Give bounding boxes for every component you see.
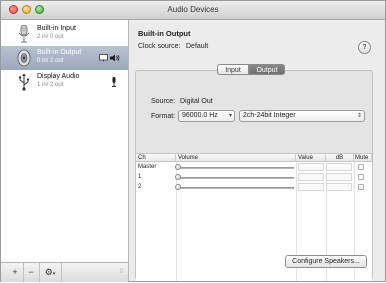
sidebar-toolbar: + − ⚙▾ ⁞⁞: [1, 262, 129, 282]
table-row: 2: [136, 183, 372, 192]
display-icon: [99, 54, 108, 62]
device-detail-pane: Built-in Output Clock source: Default ? …: [129, 20, 385, 281]
add-device-button[interactable]: +: [7, 263, 24, 282]
device-name: Built-in Output: [37, 49, 82, 56]
chevron-down-icon: ▾: [228, 113, 232, 119]
channel-label: Master: [138, 164, 157, 170]
db-field[interactable]: [326, 183, 352, 191]
value-field[interactable]: [298, 173, 324, 181]
volume-slider-track[interactable]: [178, 177, 294, 179]
chevron-down-icon: ▾: [52, 271, 56, 277]
audio-devices-window: Audio Devices Built-in Input 2 in/ 0 out…: [0, 0, 386, 282]
sample-rate-value: 96000.0 Hz: [182, 112, 218, 119]
source-label: Source:: [151, 98, 176, 105]
clock-source-label: Clock source:: [138, 43, 181, 50]
value-field[interactable]: [298, 163, 324, 171]
device-name: Display Audio: [37, 73, 80, 80]
source-value: Digital Out: [180, 98, 213, 105]
bit-format-popup[interactable]: 2ch-24bit Integer ⇕: [239, 110, 365, 122]
mute-checkbox[interactable]: [358, 164, 364, 170]
volume-slider-track[interactable]: [178, 167, 294, 169]
column-header-value: Value: [296, 154, 326, 162]
device-list: Built-in Input 2 in/ 0 out Built-in Outp…: [1, 20, 129, 262]
microphone-icon: [18, 25, 30, 43]
volume-slider-knob[interactable]: [175, 184, 181, 190]
device-item-built-in-input[interactable]: Built-in Input 2 in/ 0 out: [1, 22, 128, 46]
updown-arrows-icon: ⇕: [356, 113, 362, 119]
speaker-icon: [17, 49, 31, 67]
mute-checkbox[interactable]: [358, 174, 364, 180]
bit-format-value: 2ch-24bit Integer: [243, 112, 296, 119]
usb-icon: [18, 73, 29, 91]
device-item-display-audio[interactable]: Display Audio 1 in/ 2 out: [1, 70, 128, 94]
resize-grip[interactable]: ⁞⁞: [120, 269, 123, 275]
output-settings-panel: Source: Digital Out Format: 96000.0 Hz ▾…: [135, 70, 373, 281]
device-title: Built-in Output: [138, 29, 191, 38]
title-bar: Audio Devices: [1, 1, 385, 20]
device-io: 2 in/ 0 out: [37, 34, 64, 40]
column-header-volume: Volume: [176, 154, 296, 162]
device-item-built-in-output[interactable]: Built-in Output 0 in/ 2 out: [1, 46, 128, 70]
db-field[interactable]: [326, 173, 352, 181]
value-field[interactable]: [298, 183, 324, 191]
column-header-mute: Mute: [354, 154, 372, 162]
device-name: Built-in Input: [37, 25, 76, 32]
clock-source-value[interactable]: Default: [186, 43, 208, 50]
column-header-db: dB: [326, 154, 354, 162]
help-button[interactable]: ?: [358, 41, 371, 54]
mute-checkbox[interactable]: [358, 184, 364, 190]
tab-input[interactable]: Input: [217, 64, 249, 75]
sample-rate-popup[interactable]: 96000.0 Hz ▾: [178, 110, 235, 122]
microphone-small-icon: [112, 77, 116, 87]
window-title: Audio Devices: [167, 5, 219, 14]
device-io: 1 in/ 2 out: [37, 82, 64, 88]
column-header-ch: Ch: [136, 154, 176, 162]
volume-icon: [110, 54, 120, 62]
remove-device-button[interactable]: −: [23, 263, 40, 282]
table-row: Master: [136, 163, 372, 172]
gear-icon: ⚙: [44, 267, 53, 277]
tab-output[interactable]: Output: [249, 64, 285, 75]
volume-slider-knob[interactable]: [175, 164, 181, 170]
device-io: 0 in/ 2 out: [37, 58, 64, 64]
gear-menu-button[interactable]: ⚙▾: [39, 263, 62, 282]
volume-slider-knob[interactable]: [175, 174, 181, 180]
volume-slider-track[interactable]: [178, 187, 294, 189]
db-field[interactable]: [326, 163, 352, 171]
configure-speakers-button[interactable]: Configure Speakers...: [285, 255, 367, 268]
format-label: Format:: [151, 113, 176, 120]
table-row: 1: [136, 173, 372, 182]
channel-label: 2: [138, 184, 142, 190]
channel-label: 1: [138, 174, 142, 180]
